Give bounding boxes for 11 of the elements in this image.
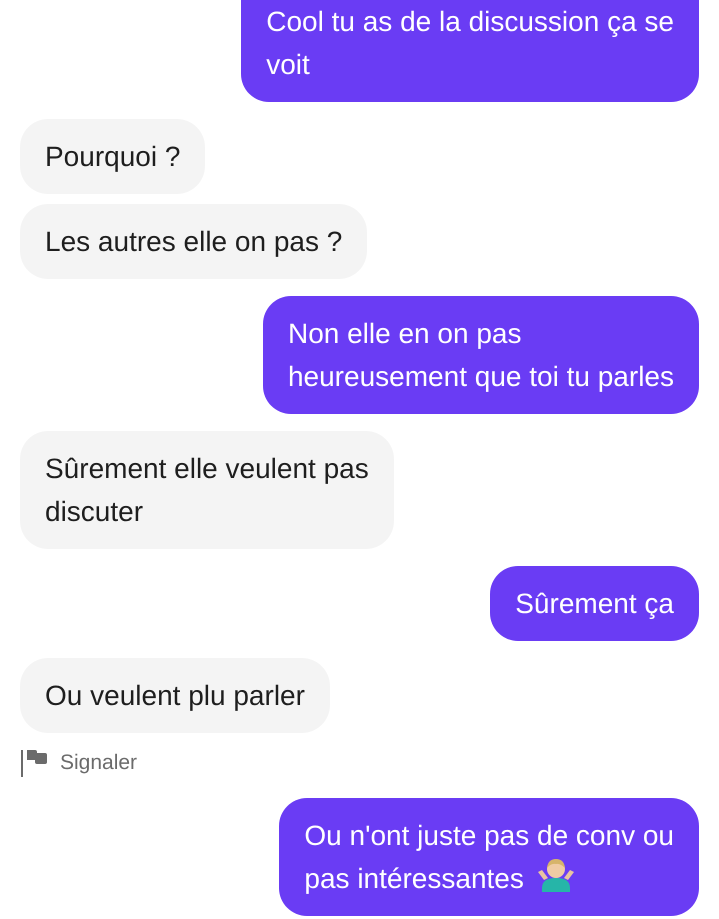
sent-message: Non elle en on pas heureusement que toi tu parles <box>262 296 699 414</box>
shrugging-person-icon <box>536 858 576 892</box>
report-link[interactable]: Signaler <box>20 747 138 778</box>
received-message: Ou veulent plu parler <box>20 658 330 733</box>
sent-message: Ou n'ont juste pas de conv ou pas intéressantes <box>279 798 699 916</box>
received-message: Les autres elle on pas ? <box>20 204 368 279</box>
flag-icon <box>20 748 48 778</box>
sent-message: Cool tu as de la discussion ça se voit <box>241 0 699 102</box>
sent-message: Sûrement ça <box>490 566 699 641</box>
received-message: Pourquoi ? <box>20 119 206 194</box>
received-message: Sûrement elle veulent pas discuter <box>20 431 394 549</box>
